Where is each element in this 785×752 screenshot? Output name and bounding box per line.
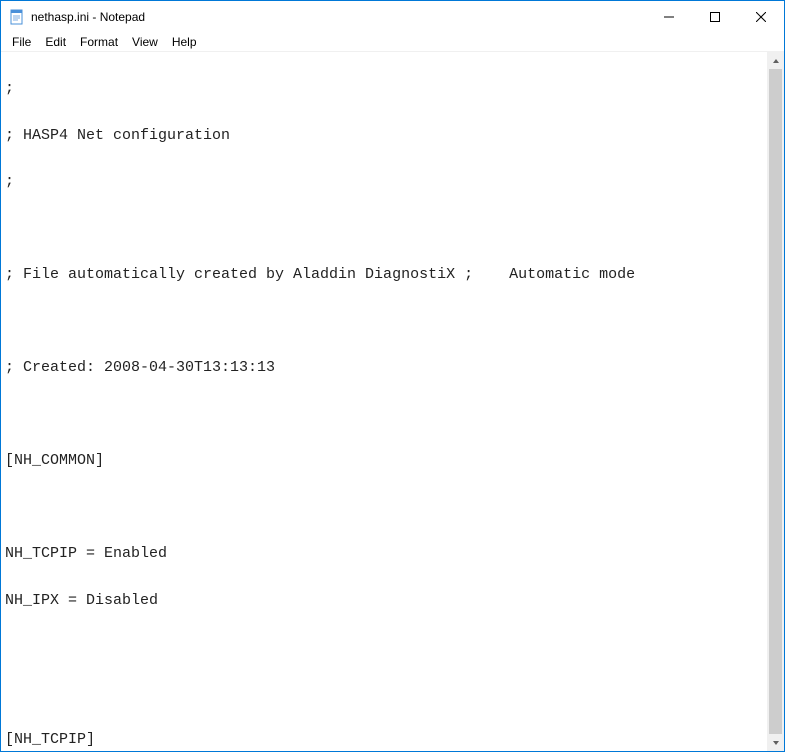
scrollbar-track[interactable]	[767, 69, 784, 734]
text-line[interactable]: NH_TCPIP = Enabled	[5, 542, 763, 565]
text-line[interactable]	[5, 682, 763, 705]
text-line[interactable]: ;	[5, 77, 763, 100]
text-line[interactable]: ; File automatically created by Aladdin …	[5, 263, 763, 286]
menu-file[interactable]: File	[5, 33, 38, 51]
text-line[interactable]: ;	[5, 170, 763, 193]
vertical-scrollbar[interactable]	[767, 52, 784, 751]
text-line[interactable]	[5, 635, 763, 658]
minimize-button[interactable]	[646, 1, 692, 32]
scroll-down-button[interactable]	[767, 734, 784, 751]
maximize-button[interactable]	[692, 1, 738, 32]
notepad-window: nethasp.ini - Notepad File Edit Format V…	[0, 0, 785, 752]
notepad-icon	[9, 9, 25, 25]
window-title: nethasp.ini - Notepad	[31, 10, 145, 24]
scrollbar-thumb[interactable]	[769, 69, 782, 734]
menubar: File Edit Format View Help	[1, 32, 784, 52]
text-editor[interactable]: ; ; HASP4 Net configuration ; ; File aut…	[1, 52, 767, 751]
scroll-up-button[interactable]	[767, 52, 784, 69]
text-line[interactable]	[5, 217, 763, 240]
text-line[interactable]	[5, 310, 763, 333]
text-line[interactable]: ; HASP4 Net configuration	[5, 124, 763, 147]
close-button[interactable]	[738, 1, 784, 32]
text-line[interactable]	[5, 496, 763, 519]
titlebar[interactable]: nethasp.ini - Notepad	[1, 1, 784, 32]
text-line[interactable]	[5, 403, 763, 426]
window-controls	[646, 1, 784, 32]
menu-view[interactable]: View	[125, 33, 165, 51]
content-area: ; ; HASP4 Net configuration ; ; File aut…	[1, 52, 784, 751]
text-line[interactable]: [NH_COMMON]	[5, 449, 763, 472]
text-line[interactable]: ; Created: 2008-04-30T13:13:13	[5, 356, 763, 379]
text-line[interactable]: [NH_TCPIP]	[5, 728, 763, 751]
menu-edit[interactable]: Edit	[38, 33, 73, 51]
menu-help[interactable]: Help	[165, 33, 204, 51]
text-line[interactable]: NH_IPX = Disabled	[5, 589, 763, 612]
menu-format[interactable]: Format	[73, 33, 125, 51]
